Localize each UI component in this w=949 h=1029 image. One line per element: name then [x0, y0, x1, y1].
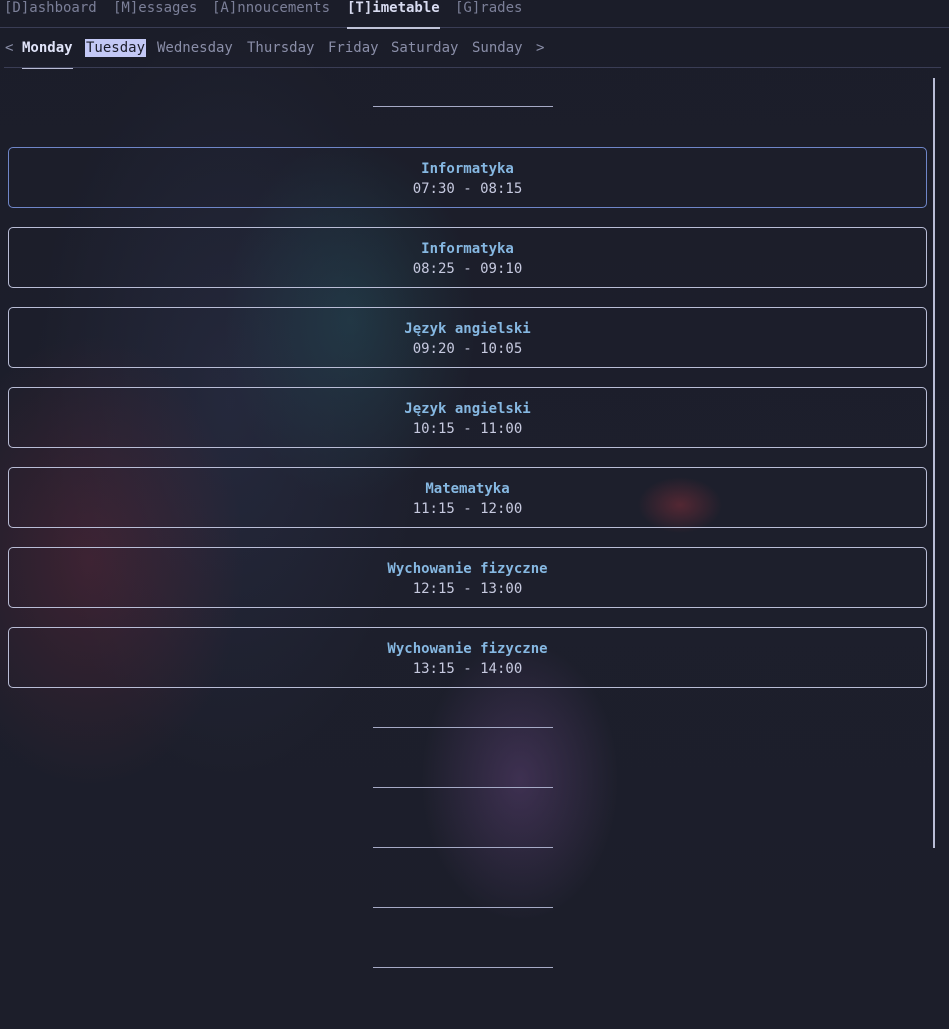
lesson-time: 10:15 - 11:00 — [412, 421, 523, 437]
top-tab-bar: [D]ashboard [M]essages [A]nnoucements [T… — [0, 0, 949, 29]
empty-slot-divider — [373, 967, 553, 968]
tab-announcements[interactable]: [A]nnoucements — [212, 0, 330, 28]
day-monday[interactable]: Monday — [22, 39, 73, 69]
lesson-time: 12:15 - 13:00 — [412, 581, 523, 597]
tab-messages[interactable]: [M]essages — [113, 0, 197, 28]
day-saturday[interactable]: Saturday — [391, 39, 458, 57]
lesson-time: 13:15 - 14:00 — [412, 661, 523, 677]
lesson-subject: Informatyka — [421, 241, 514, 257]
lesson-card[interactable]: Język angielski 09:20 - 10:05 — [8, 307, 927, 368]
lesson-card[interactable]: Informatyka 08:25 - 09:10 — [8, 227, 927, 288]
day-thursday[interactable]: Thursday — [247, 39, 314, 57]
tab-timetable[interactable]: [T]imetable — [347, 0, 440, 29]
lesson-subject: Matematyka — [425, 481, 510, 497]
empty-slot-divider — [373, 787, 553, 788]
prev-day-arrow[interactable]: < — [5, 39, 13, 57]
lesson-subject: Język angielski — [404, 401, 531, 417]
lesson-card[interactable]: Informatyka 07:30 - 08:15 — [8, 147, 927, 208]
lesson-time: 07:30 - 08:15 — [412, 181, 523, 197]
day-friday[interactable]: Friday — [328, 39, 379, 57]
tab-grades[interactable]: [G]rades — [455, 0, 522, 28]
empty-slot-divider — [373, 106, 553, 107]
empty-slot-divider — [373, 907, 553, 908]
scrollbar[interactable] — [933, 78, 935, 848]
day-tuesday[interactable]: Tuesday — [85, 39, 147, 57]
day-sunday[interactable]: Sunday — [472, 39, 523, 57]
lesson-time: 09:20 - 10:05 — [412, 341, 523, 357]
empty-slot-divider — [373, 847, 553, 848]
lesson-card[interactable]: Język angielski 10:15 - 11:00 — [8, 387, 927, 448]
lesson-subject: Informatyka — [421, 161, 514, 177]
lesson-subject: Wychowanie fizyczne — [387, 641, 548, 657]
lesson-card[interactable]: Wychowanie fizyczne 13:15 - 14:00 — [8, 627, 927, 688]
lesson-subject: Język angielski — [404, 321, 531, 337]
lesson-subject: Wychowanie fizyczne — [387, 561, 548, 577]
lesson-card[interactable]: Matematyka 11:15 - 12:00 — [8, 467, 927, 528]
next-day-arrow[interactable]: > — [536, 39, 544, 57]
tab-dashboard[interactable]: [D]ashboard — [4, 0, 97, 28]
empty-slot-divider — [373, 727, 553, 728]
day-wednesday[interactable]: Wednesday — [157, 39, 233, 57]
lesson-card[interactable]: Wychowanie fizyczne 12:15 - 13:00 — [8, 547, 927, 608]
lesson-time: 11:15 - 12:00 — [412, 501, 523, 517]
day-selector-divider — [4, 67, 941, 68]
lesson-time: 08:25 - 09:10 — [412, 261, 523, 277]
